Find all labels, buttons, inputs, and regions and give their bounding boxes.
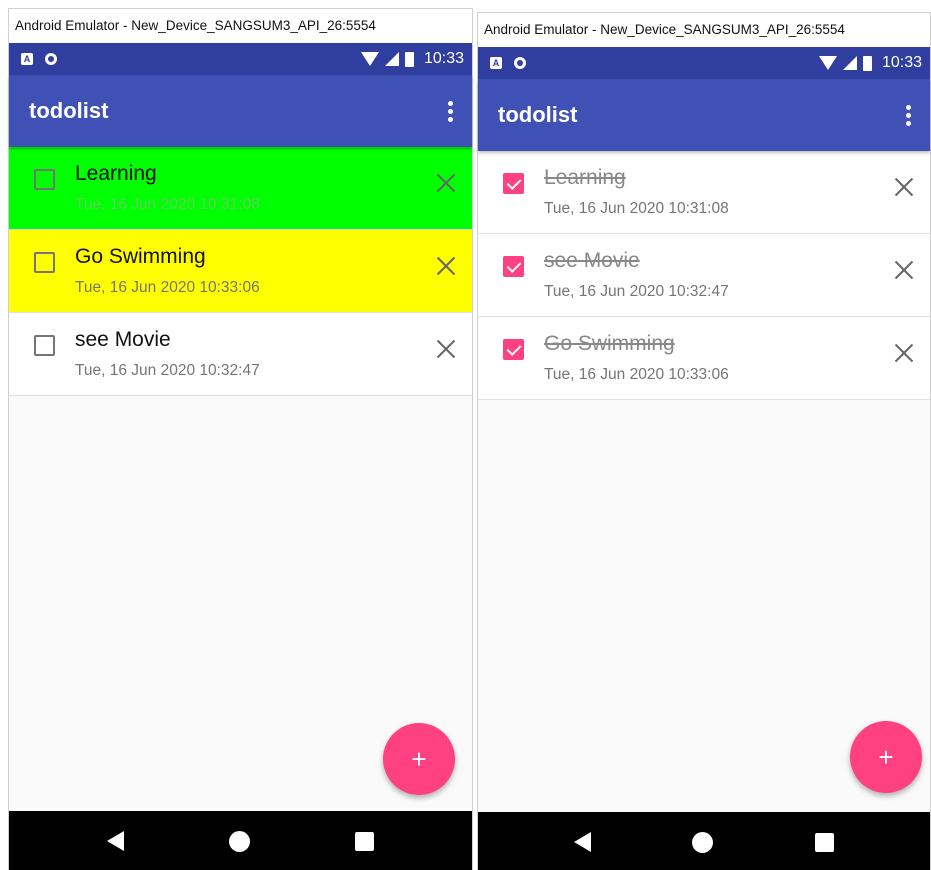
wifi-icon [360,52,379,66]
close-icon[interactable] [436,256,456,276]
battery-icon [404,51,414,67]
status-bar: A 10:33 [478,47,930,79]
app-title: todolist [29,98,109,123]
home-icon[interactable] [692,831,714,853]
circle-notification-icon [514,57,526,69]
emulator-window-right: Android Emulator - New_Device_SANGSUM3_A… [477,12,931,870]
todo-checkbox[interactable] [503,173,524,194]
window-title: Android Emulator - New_Device_SANGSUM3_A… [478,13,930,47]
todo-title: see Movie [75,328,171,351]
todo-date: Tue, 16 Jun 2020 10:31:08 [75,196,260,213]
a-notification-icon: A [490,57,502,69]
todo-checkbox[interactable] [503,339,524,360]
window-title: Android Emulator - New_Device_SANGSUM3_A… [9,9,472,43]
nav-bar [9,811,472,870]
emulator-window-left: Android Emulator - New_Device_SANGSUM3_A… [8,8,473,870]
add-button[interactable]: + [850,721,922,793]
todo-item[interactable]: Go Swimming Tue, 16 Jun 2020 10:33:06 [9,230,472,313]
todo-list: Learning Tue, 16 Jun 2020 10:31:08 see M… [478,151,930,812]
signal-icon [384,52,399,66]
status-time: 10:33 [881,54,922,71]
nav-bar [478,812,930,870]
todo-title: Learning [75,162,157,185]
close-icon[interactable] [894,177,914,197]
screenshot-stage: Android Emulator - New_Device_SANGSUM3_A… [0,0,931,870]
close-icon[interactable] [436,173,456,193]
todo-checkbox[interactable] [503,256,524,277]
battery-icon [862,55,872,71]
todo-checkbox[interactable] [34,169,55,190]
todo-title: see Movie [544,249,640,272]
todo-item[interactable]: Learning Tue, 16 Jun 2020 10:31:08 [9,147,472,230]
close-icon[interactable] [436,339,456,359]
recents-icon[interactable] [815,832,835,852]
todo-list: Learning Tue, 16 Jun 2020 10:31:08 Go Sw… [9,147,472,811]
todo-date: Tue, 16 Jun 2020 10:31:08 [544,200,729,217]
app-bar: todolist [478,79,930,151]
status-time: 10:33 [423,50,464,67]
todo-checkbox[interactable] [34,335,55,356]
todo-item[interactable]: see Movie Tue, 16 Jun 2020 10:32:47 [478,234,930,317]
todo-item[interactable]: Learning Tue, 16 Jun 2020 10:31:08 [478,151,930,234]
overflow-menu-icon[interactable] [896,95,920,135]
recents-icon[interactable] [355,831,375,851]
todo-date: Tue, 16 Jun 2020 10:32:47 [544,283,729,300]
circle-notification-icon [45,53,57,65]
todo-date: Tue, 16 Jun 2020 10:32:47 [75,362,260,379]
todo-date: Tue, 16 Jun 2020 10:33:06 [75,279,260,296]
back-icon[interactable] [573,832,591,852]
add-button[interactable]: + [383,723,455,795]
overflow-menu-icon[interactable] [438,91,462,131]
status-bar: A 10:33 [9,43,472,75]
app-title: todolist [498,102,578,127]
todo-title: Learning [544,166,626,189]
todo-item[interactable]: see Movie Tue, 16 Jun 2020 10:32:47 [9,313,472,396]
todo-title: Go Swimming [75,245,206,268]
close-icon[interactable] [894,343,914,363]
todo-checkbox[interactable] [34,252,55,273]
signal-icon [842,56,857,70]
app-bar: todolist [9,75,472,147]
wifi-icon [818,56,837,70]
home-icon[interactable] [228,830,250,852]
back-icon[interactable] [106,831,124,851]
a-notification-icon: A [21,53,33,65]
todo-item[interactable]: Go Swimming Tue, 16 Jun 2020 10:33:06 [478,317,930,400]
todo-date: Tue, 16 Jun 2020 10:33:06 [544,366,729,383]
close-icon[interactable] [894,260,914,280]
todo-title: Go Swimming [544,332,675,355]
